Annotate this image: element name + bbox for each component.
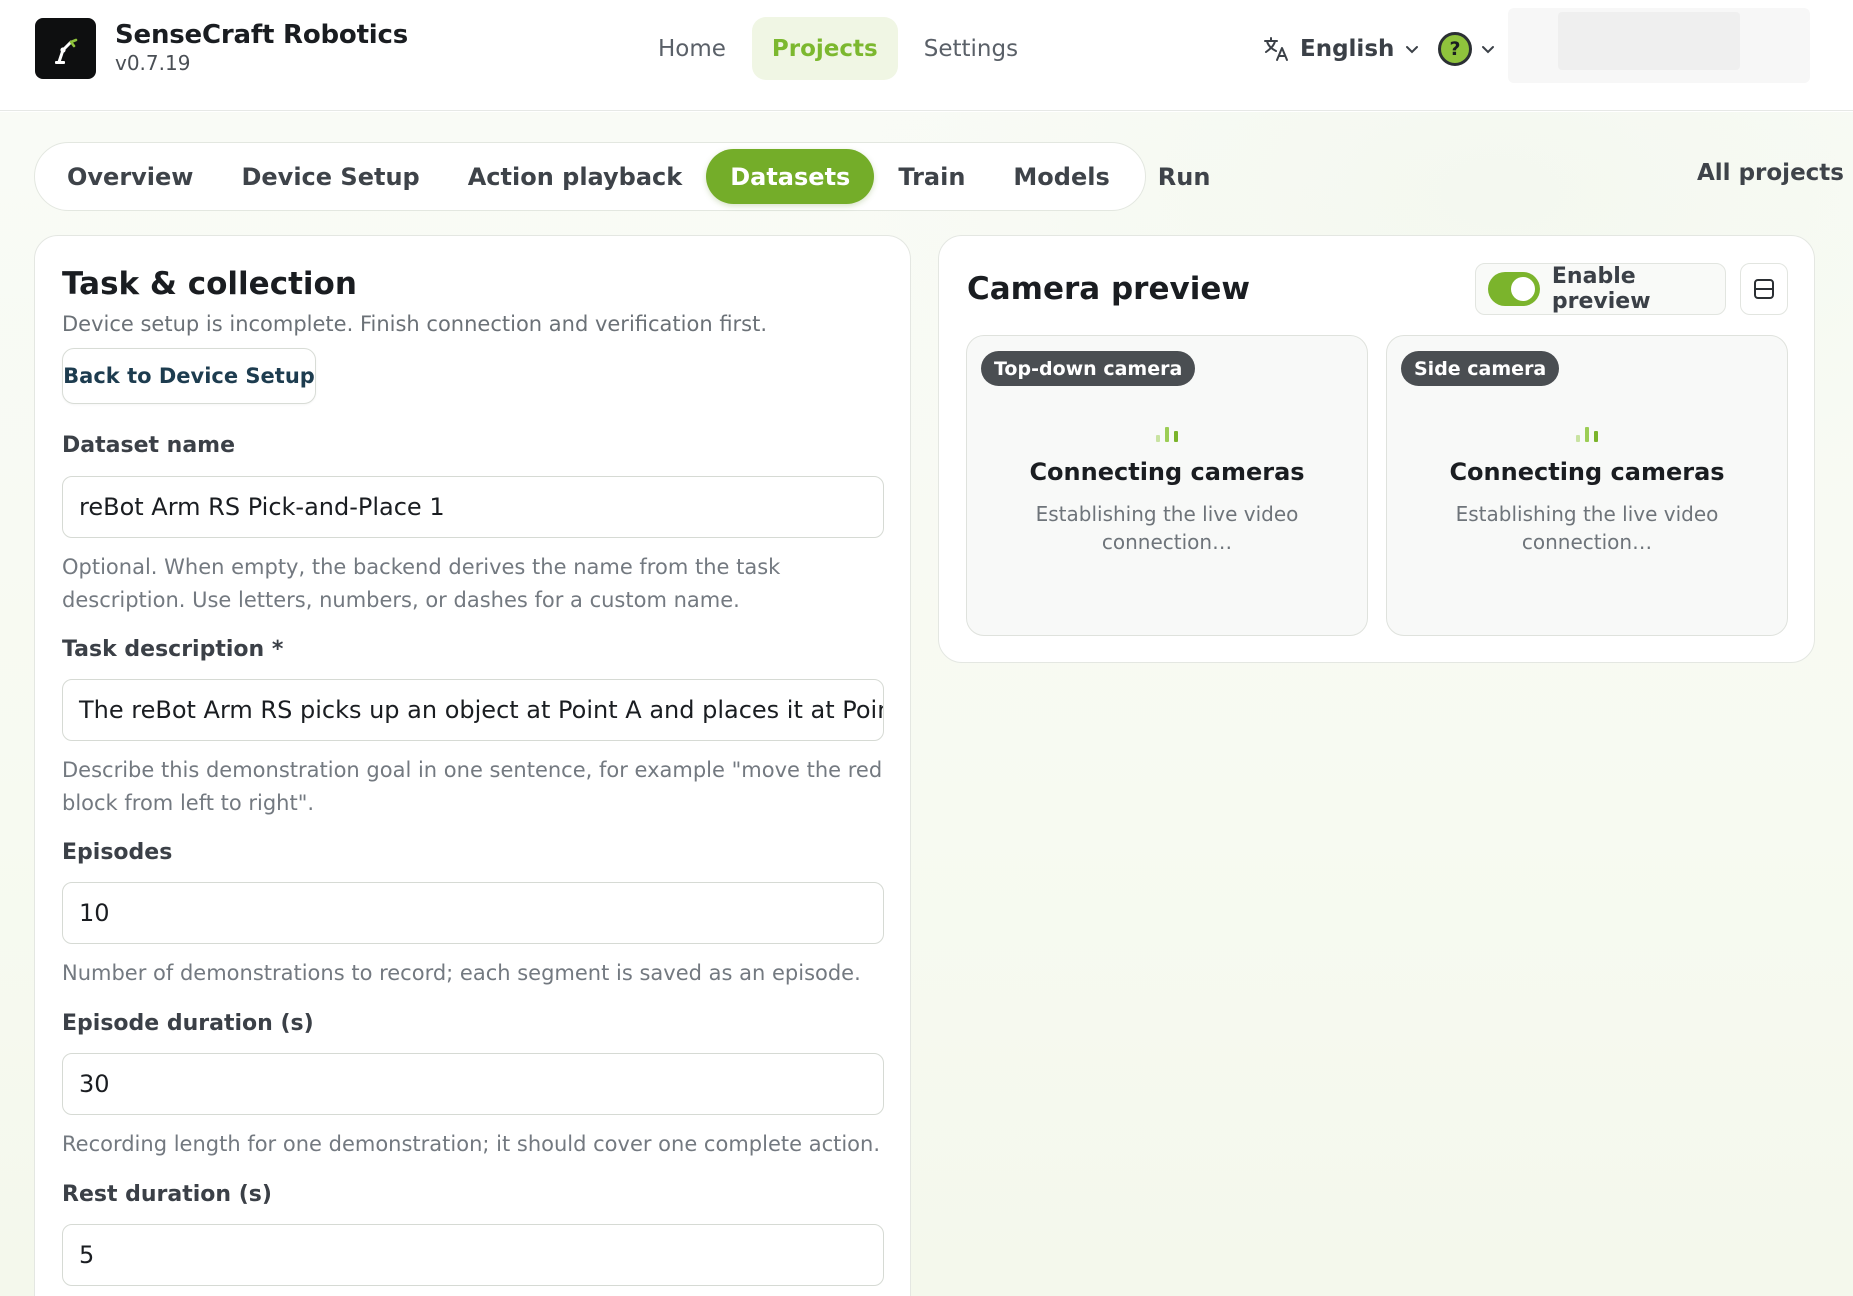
episodes-label: Episodes [62, 840, 173, 865]
all-projects-link[interactable]: All projects [1697, 160, 1844, 186]
task-description-help: Describe this demonstration goal in one … [62, 758, 883, 815]
tab-overview[interactable]: Overview [43, 149, 217, 204]
camera-badge: Top-down camera [981, 351, 1196, 386]
camera-status-title: Connecting cameras [1029, 458, 1305, 486]
tab-models[interactable]: Models [989, 149, 1133, 204]
camera-status-title: Connecting cameras [1449, 458, 1725, 486]
setup-warning-text: Device setup is incomplete. Finish conne… [62, 312, 768, 336]
dataset-name-help: Optional. When empty, the backend derive… [62, 555, 781, 612]
tab-device-setup[interactable]: Device Setup [217, 149, 443, 204]
camera-badge: Side camera [1401, 351, 1560, 386]
app-version: v0.7.19 [115, 51, 191, 75]
help-icon: ? [1438, 32, 1472, 66]
task-collection-title: Task & collection [62, 266, 357, 302]
robot-arm-logo-icon [54, 38, 77, 64]
camera-preview-card: Camera preview Enable preview Top-down c… [938, 235, 1815, 663]
side-camera-panel: Side camera Connecting cameras Establish… [1386, 335, 1788, 636]
chevron-down-icon [1482, 46, 1494, 54]
episode-duration-input[interactable]: 30 [62, 1053, 884, 1115]
task-description-input[interactable]: The reBot Arm RS picks up an object at P… [62, 679, 884, 741]
app-name: SenseCraft Robotics [115, 20, 409, 50]
camera-preview-title: Camera preview [967, 271, 1250, 307]
rest-duration-input[interactable]: 5 [62, 1224, 884, 1286]
episode-duration-help: Recording length for one demonstration; … [62, 1132, 881, 1156]
app-header: SenseCraft Robotics v0.7.19 Home Project… [0, 0, 1853, 111]
tab-train[interactable]: Train [874, 149, 989, 204]
preview-switch[interactable] [1488, 272, 1540, 306]
project-tabs: Overview Device Setup Action playback Da… [34, 142, 1210, 211]
help-menu[interactable]: ? [1438, 30, 1496, 68]
tab-run[interactable]: Run [1134, 149, 1235, 204]
nav-settings[interactable]: Settings [904, 17, 1038, 80]
project-content: Overview Device Setup Action playback Da… [0, 112, 1853, 1296]
app-logo[interactable] [35, 18, 96, 79]
tab-action-playback[interactable]: Action playback [444, 149, 707, 204]
nav-home[interactable]: Home [638, 17, 746, 80]
task-collection-card: Task & collection Device setup is incomp… [34, 235, 911, 1296]
camera-status-text: Establishing the live video connection… [1035, 502, 1299, 554]
account-placeholder [1558, 12, 1740, 70]
account-area[interactable] [1508, 8, 1810, 83]
nav-projects[interactable]: Projects [751, 17, 898, 80]
split-layout-icon [1754, 279, 1774, 299]
main-nav: Home Projects Settings [638, 17, 1038, 80]
dataset-name-label: Dataset name [62, 433, 236, 458]
camera-status-text: Establishing the live video connection… [1455, 502, 1719, 554]
enable-preview-label: Enable preview [1551, 264, 1651, 314]
layout-toggle-button[interactable] [1740, 263, 1788, 315]
signal-bars-icon [1156, 427, 1178, 442]
dataset-name-input[interactable]: reBot Arm RS Pick-and-Place 1 [62, 476, 884, 538]
episodes-help: Number of demonstrations to record; each… [62, 961, 861, 985]
translate-icon [1264, 37, 1288, 61]
top-down-camera-panel: Top-down camera Connecting cameras Estab… [966, 335, 1368, 636]
enable-preview-toggle[interactable]: Enable preview [1475, 263, 1726, 315]
language-label: English [1300, 36, 1395, 62]
tab-datasets[interactable]: Datasets [706, 149, 875, 204]
chevron-down-icon [1406, 46, 1419, 54]
signal-bars-icon [1576, 427, 1598, 442]
rest-duration-label: Rest duration (s) [62, 1182, 272, 1207]
episode-duration-label: Episode duration (s) [62, 1011, 314, 1036]
task-description-label: Task description * [62, 637, 284, 662]
episodes-input[interactable]: 10 [62, 882, 884, 944]
back-to-device-setup-button[interactable]: Back to Device Setup [62, 348, 316, 404]
language-selector[interactable]: English [1262, 30, 1420, 68]
